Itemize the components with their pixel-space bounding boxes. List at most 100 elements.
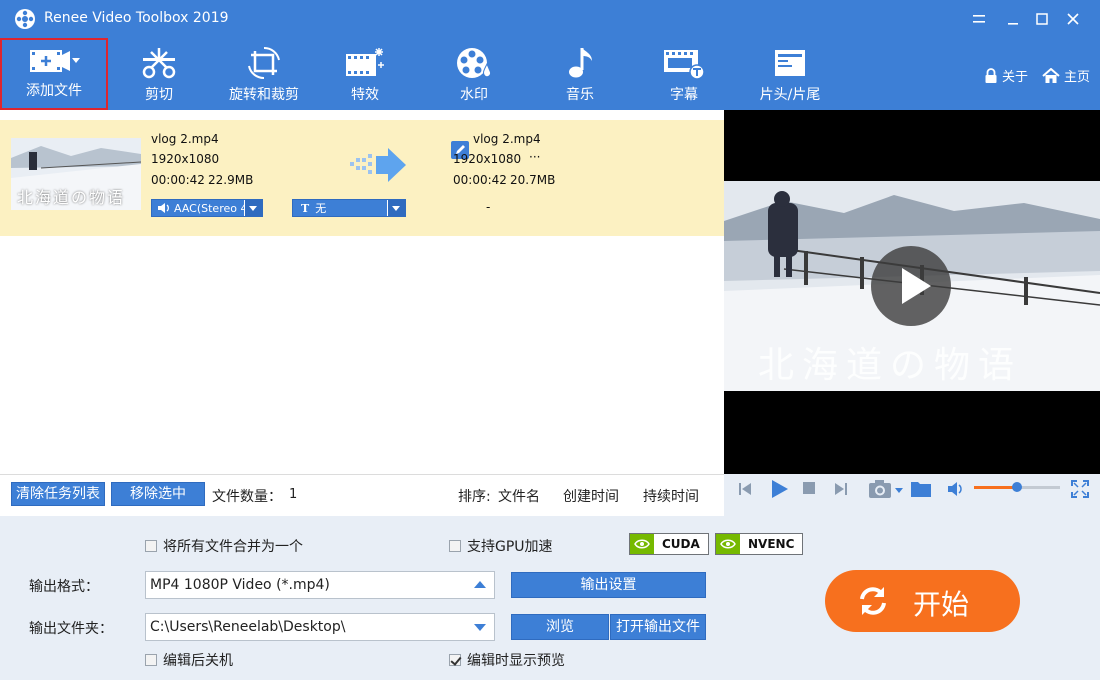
subtitle-label: 字幕 <box>670 87 698 103</box>
shutdown-label: 编辑后关机 <box>163 653 233 669</box>
merge-files-checkbox[interactable]: 将所有文件合并为一个 <box>145 536 303 556</box>
settings-menu-icon[interactable] <box>966 6 992 32</box>
gpu-acceleration-checkbox[interactable]: 支持GPU加速 <box>449 536 553 556</box>
volume-icon[interactable] <box>946 480 966 498</box>
audio-track-value: AAC(Stereo 4 <box>174 201 244 215</box>
intro-outro-icon <box>775 50 805 76</box>
subtitle-icon <box>664 50 705 80</box>
audio-dropdown-arrow-icon[interactable] <box>244 200 262 216</box>
maximize-icon[interactable] <box>1029 6 1055 32</box>
subtitle-select[interactable]: T 无 <box>292 199 406 217</box>
output-resolution: 1920x1080 <box>453 152 522 166</box>
format-dropdown-arrow-icon[interactable] <box>474 581 486 588</box>
watermark-label: 水印 <box>460 87 488 103</box>
minimize-icon[interactable] <box>1000 6 1026 32</box>
effects-button[interactable]: 特效 <box>330 38 400 110</box>
video-thumbnail[interactable]: 北海道の物语 <box>11 138 141 210</box>
cut-label: 剪切 <box>145 87 173 103</box>
close-icon[interactable] <box>1060 6 1086 32</box>
output-settings-button[interactable]: 输出设置 <box>511 572 706 598</box>
volume-slider[interactable] <box>974 482 1060 492</box>
title-bar: Renee Video Toolbox 2019 <box>0 0 1100 38</box>
nvenc-badge: NVENC <box>715 533 804 555</box>
volume-knob[interactable] <box>1012 482 1022 492</box>
intro-outro-button[interactable]: 片头/片尾 <box>748 38 832 110</box>
browse-button[interactable]: 浏览 <box>511 614 609 640</box>
show-preview-checkbox-box[interactable] <box>449 654 461 666</box>
clear-task-list-button[interactable]: 清除任务列表 <box>11 482 105 506</box>
source-duration: 00:00:42 <box>151 173 205 187</box>
sort-by-duration-link[interactable]: 持续时间 <box>643 486 699 506</box>
previous-icon[interactable] <box>736 480 754 498</box>
app-logo-icon <box>15 9 35 29</box>
remove-selected-button[interactable]: 移除选中 <box>111 482 205 506</box>
output-more-button[interactable]: ··· <box>529 150 540 164</box>
show-preview-label: 编辑时显示预览 <box>467 653 565 669</box>
folder-dropdown-arrow-icon[interactable] <box>474 624 486 631</box>
rotate-crop-label: 旋转和裁剪 <box>229 87 299 103</box>
rotate-crop-icon <box>248 46 280 80</box>
video-preview[interactable]: 北海道の物语 <box>724 110 1100 474</box>
rotate-crop-button[interactable]: 旋转和裁剪 <box>218 38 310 110</box>
list-footer: 清除任务列表 移除选中 文件数量： 1 排序: 文件名 创建时间 持续时间 <box>0 474 724 516</box>
watermark-icon <box>457 48 491 78</box>
file-count-value: 1 <box>289 487 298 502</box>
home-icon <box>1042 67 1060 83</box>
output-filename: vlog 2.mp4 <box>473 132 541 146</box>
sort-label: 排序: <box>458 489 491 505</box>
gpu-label: 支持GPU加速 <box>467 539 553 555</box>
music-label: 音乐 <box>566 87 594 103</box>
merge-checkbox-box[interactable] <box>145 540 157 552</box>
output-size: 20.7MB <box>510 173 556 187</box>
output-format-value: MP4 1080P Video (*.mp4) <box>150 577 330 593</box>
cut-button[interactable]: 剪切 <box>118 38 200 110</box>
add-file-button[interactable]: 添加文件 <box>0 38 108 110</box>
play-overlay-button[interactable] <box>871 246 951 326</box>
subtitle-value: 无 <box>315 202 327 215</box>
subtitle-t-icon: T <box>301 201 310 215</box>
open-folder-icon[interactable] <box>910 479 932 499</box>
nvidia-eye-icon <box>630 534 654 554</box>
output-format-select[interactable]: MP4 1080P Video (*.mp4) <box>145 571 495 599</box>
nvenc-label: NVENC <box>740 534 803 554</box>
app-title: Renee Video Toolbox 2019 <box>44 10 229 26</box>
player-controls <box>724 474 1100 516</box>
file-row[interactable]: 北海道の物语 vlog 2.mp4 1920x1080 00:00:42 22.… <box>0 120 724 236</box>
music-icon <box>569 48 592 78</box>
lock-icon <box>985 67 997 83</box>
file-list-panel: 北海道の物语 vlog 2.mp4 1920x1080 00:00:42 22.… <box>0 110 724 474</box>
subtitle-dropdown-arrow-icon[interactable] <box>387 200 405 216</box>
cuda-badge: CUDA <box>629 533 709 555</box>
next-icon[interactable] <box>832 480 850 498</box>
effects-icon <box>346 48 384 76</box>
sort-by-created-link[interactable]: 创建时间 <box>563 486 619 506</box>
shutdown-checkbox-box[interactable] <box>145 654 157 666</box>
refresh-icon <box>860 587 886 615</box>
audio-track-select[interactable]: AAC(Stereo 4 <box>151 199 263 217</box>
effects-label: 特效 <box>351 87 379 103</box>
watermark-button[interactable]: 水印 <box>440 38 508 110</box>
music-button[interactable]: 音乐 <box>548 38 612 110</box>
about-link[interactable]: 关于 <box>984 66 1028 85</box>
subtitle-button[interactable]: 字幕 <box>652 38 716 110</box>
volume-fill <box>974 486 1017 489</box>
output-folder-label: 输出文件夹： <box>29 621 113 637</box>
gpu-checkbox-box[interactable] <box>449 540 461 552</box>
stop-icon[interactable] <box>802 481 816 495</box>
open-output-folder-button[interactable]: 打开输出文件 <box>610 614 706 640</box>
fullscreen-icon[interactable] <box>1070 479 1090 499</box>
snapshot-camera-icon[interactable] <box>868 478 906 500</box>
convert-arrow-icon <box>350 148 406 182</box>
shutdown-after-edit-checkbox[interactable]: 编辑后关机 <box>145 650 233 670</box>
play-icon <box>902 268 931 304</box>
output-folder-input[interactable]: C:\Users\Reneelab\Desktop\ <box>145 613 495 641</box>
play-button-icon[interactable] <box>768 478 790 500</box>
start-button[interactable]: 开始 <box>825 570 1020 632</box>
output-duration: 00:00:42 <box>453 173 507 187</box>
source-filename: vlog 2.mp4 <box>151 132 219 146</box>
cuda-label: CUDA <box>654 534 708 554</box>
home-link[interactable]: 主页 <box>1042 66 1090 85</box>
show-preview-checkbox[interactable]: 编辑时显示预览 <box>449 650 565 670</box>
output-settings-panel: 将所有文件合并为一个 支持GPU加速 CUDA NVENC 输出格式： MP4 … <box>0 516 1100 680</box>
sort-by-name-link[interactable]: 文件名 <box>498 486 540 506</box>
